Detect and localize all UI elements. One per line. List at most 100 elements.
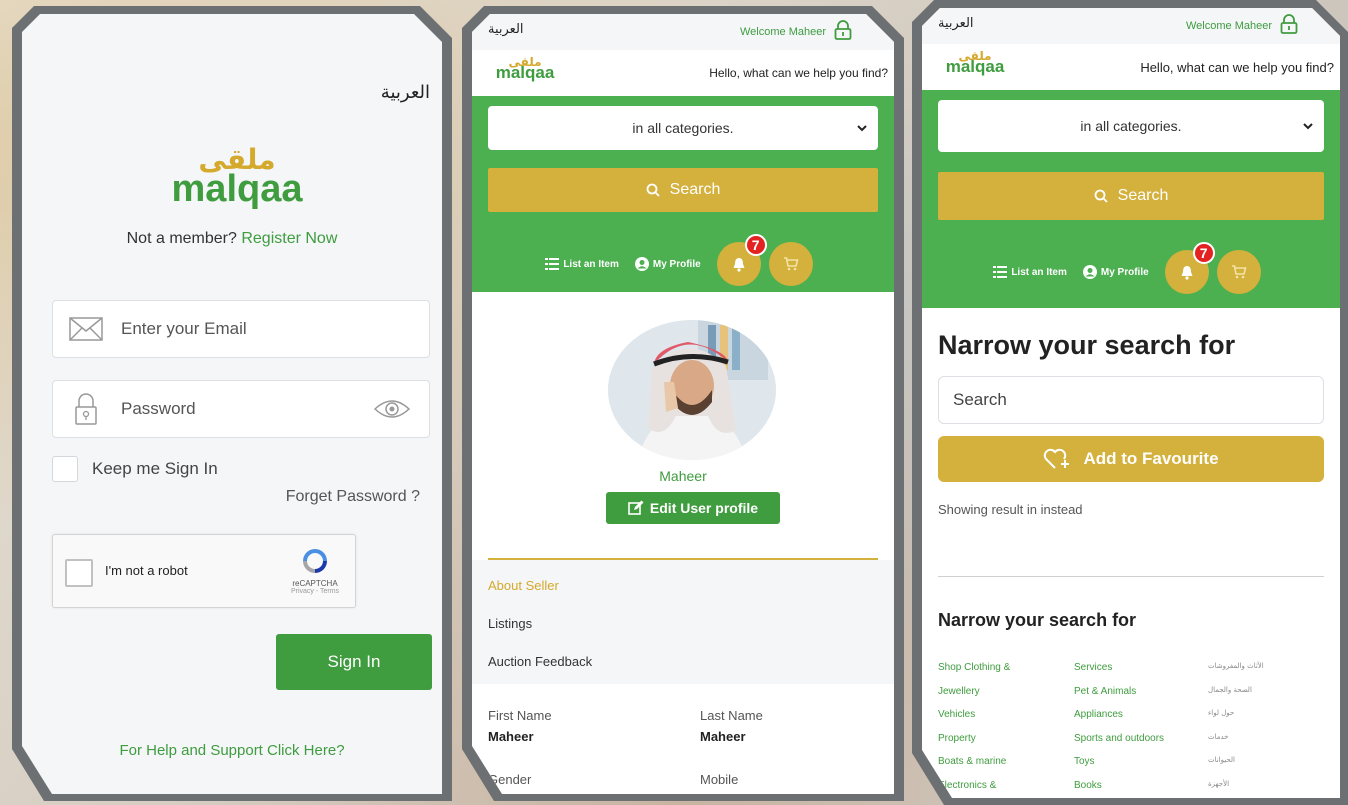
nav-row: List an Item My Profile 7	[922, 250, 1340, 294]
malqaa-logo[interactable]: ملقى malqaa	[938, 50, 1012, 75]
user-icon	[635, 257, 649, 271]
notification-badge: 7	[1193, 242, 1215, 264]
first-name-value: Maheer	[488, 729, 534, 744]
language-toggle[interactable]: العربية	[488, 22, 524, 37]
search-input-placeholder: Search	[953, 390, 1007, 409]
keep-signed-in-checkbox[interactable]	[52, 456, 78, 482]
category-column-2: Services Pet & Animals Appliances Sports…	[1074, 662, 1164, 798]
malqaa-logo[interactable]: ملقى malqaa	[488, 56, 562, 81]
register-prompt: Not a member? Register Now	[22, 230, 442, 248]
first-name-info: First Name Maheer	[488, 708, 552, 744]
my-profile-label: My Profile	[652, 258, 701, 270]
email-placeholder: Enter your Email	[121, 319, 247, 338]
showing-result-text: Showing result in instead	[938, 502, 1083, 517]
category-link[interactable]: الأجهزة	[1208, 780, 1264, 799]
nav-row: List an Item My Profile 7	[472, 242, 894, 286]
category-link[interactable]: Toys	[1074, 756, 1164, 780]
category-link[interactable]: Vehicles	[938, 709, 1010, 733]
recaptcha-icon	[299, 545, 331, 577]
my-profile-label: My Profile	[1100, 266, 1149, 278]
logo-text: malqaa	[495, 63, 555, 82]
add-to-favourite-button[interactable]: Add to Favourite	[938, 436, 1324, 482]
forget-password-link[interactable]: Forget Password ?	[286, 488, 420, 506]
sign-in-button[interactable]: Sign In	[276, 634, 432, 690]
my-profile-link[interactable]: My Profile	[1083, 265, 1149, 279]
user-icon	[1083, 265, 1097, 279]
search-screen: العربية Welcome Maheer ملقى malqaa Hello…	[922, 8, 1340, 798]
category-link[interactable]: Pet & Animals	[1074, 686, 1164, 710]
logo-text: malqaa	[171, 168, 303, 210]
logo-text: malqaa	[945, 57, 1005, 76]
search-button[interactable]: Search	[488, 168, 878, 212]
category-link[interactable]: Electronics &	[938, 780, 1010, 799]
notification-badge: 7	[745, 234, 767, 256]
category-link[interactable]: Boats & marine	[938, 756, 1010, 780]
heart-plus-icon	[1043, 447, 1071, 471]
cart-button[interactable]	[1217, 250, 1261, 294]
recaptcha-badge: reCAPTCHA Privacy - Terms	[285, 545, 345, 595]
list-item-link[interactable]: List an Item	[993, 266, 1067, 278]
category-link[interactable]: Appliances	[1074, 709, 1164, 733]
category-link[interactable]: الحيوانات	[1208, 756, 1264, 780]
category-select[interactable]: in all categories.	[938, 100, 1324, 152]
email-field[interactable]: Enter your Email	[52, 300, 430, 358]
category-link[interactable]: Sports and outdoors	[1074, 733, 1164, 757]
notifications-button[interactable]: 7	[1165, 250, 1209, 294]
search-icon	[1094, 189, 1108, 203]
recaptcha-links[interactable]: Privacy - Terms	[285, 588, 345, 595]
notifications-button[interactable]: 7	[717, 242, 761, 286]
search-band: in all categories. Search List an Item M…	[472, 96, 894, 292]
list-item-link[interactable]: List an Item	[545, 258, 619, 270]
recaptcha-widget: I'm not a robot reCAPTCHA Privacy - Term…	[52, 534, 356, 608]
category-link[interactable]: Property	[938, 733, 1010, 757]
my-profile-link[interactable]: My Profile	[635, 257, 701, 271]
tab-about-seller[interactable]: About Seller	[488, 578, 559, 593]
mobile-label: Mobile	[700, 772, 739, 787]
category-column-1: Shop Clothing & Jewellery Vehicles Prope…	[938, 662, 1010, 798]
search-button-label: Search	[1117, 187, 1169, 204]
phone-frame-search: العربية Welcome Maheer ملقى malqaa Hello…	[912, 0, 1348, 805]
hello-text: Hello, what can we help you find?	[1140, 60, 1334, 75]
welcome-text: Welcome Maheer	[740, 26, 826, 38]
help-support-link[interactable]: For Help and Support Click Here?	[22, 742, 442, 759]
last-name-label: Last Name	[700, 708, 763, 723]
welcome-text: Welcome Maheer	[1186, 20, 1272, 32]
category-link[interactable]: الصحة والجمال	[1208, 686, 1264, 710]
lock-icon	[69, 395, 103, 423]
category-select-value: in all categories.	[1080, 118, 1182, 134]
top-bar: العربية Welcome Maheer	[922, 8, 1340, 44]
category-column-3: الأثاث والمفروشات الصحة والجمال حول لواء…	[1208, 662, 1264, 798]
tab-auction-feedback[interactable]: Auction Feedback	[488, 654, 592, 669]
password-field[interactable]: Password	[52, 380, 430, 438]
search-button[interactable]: Search	[938, 172, 1324, 220]
recaptcha-checkbox[interactable]	[65, 559, 93, 587]
search-input[interactable]: Search	[938, 376, 1324, 424]
category-link[interactable]: Books	[1074, 780, 1164, 799]
category-link[interactable]: الأثاث والمفروشات	[1208, 662, 1264, 686]
login-screen: العربية ملقى malqaa Not a member? Regist…	[22, 14, 442, 794]
lock-icon[interactable]	[834, 20, 852, 45]
gender-info: Gender	[488, 772, 531, 787]
mobile-info: Mobile	[700, 772, 738, 787]
profile-tabs: About Seller Listings Auction Feedback	[472, 560, 894, 684]
language-toggle[interactable]: العربية	[938, 16, 974, 31]
category-select[interactable]: in all categories.	[488, 106, 878, 150]
cart-button[interactable]	[769, 242, 813, 286]
eye-icon[interactable]	[373, 395, 411, 428]
category-link[interactable]: خدمات	[1208, 733, 1264, 757]
first-name-label: First Name	[488, 708, 552, 723]
profile-screen: العربية Welcome Maheer ملقى malqaa Hello…	[472, 14, 894, 794]
category-link[interactable]: Jewellery	[938, 686, 1010, 710]
category-link[interactable]: حول لواء	[1208, 709, 1264, 733]
keep-signed-in-label: Keep me Sign In	[92, 459, 218, 478]
lock-icon[interactable]	[1280, 14, 1298, 39]
category-link[interactable]: Services	[1074, 662, 1164, 686]
language-toggle[interactable]: العربية	[381, 82, 430, 103]
category-link[interactable]: Shop Clothing &	[938, 662, 1010, 686]
list-icon	[545, 258, 559, 270]
tab-listings[interactable]: Listings	[488, 616, 532, 631]
keep-signed-in[interactable]: Keep me Sign In	[52, 456, 218, 482]
edit-profile-button[interactable]: Edit User profile	[606, 492, 780, 524]
register-link[interactable]: Register Now	[241, 230, 337, 247]
user-name: Maheer	[659, 468, 707, 484]
